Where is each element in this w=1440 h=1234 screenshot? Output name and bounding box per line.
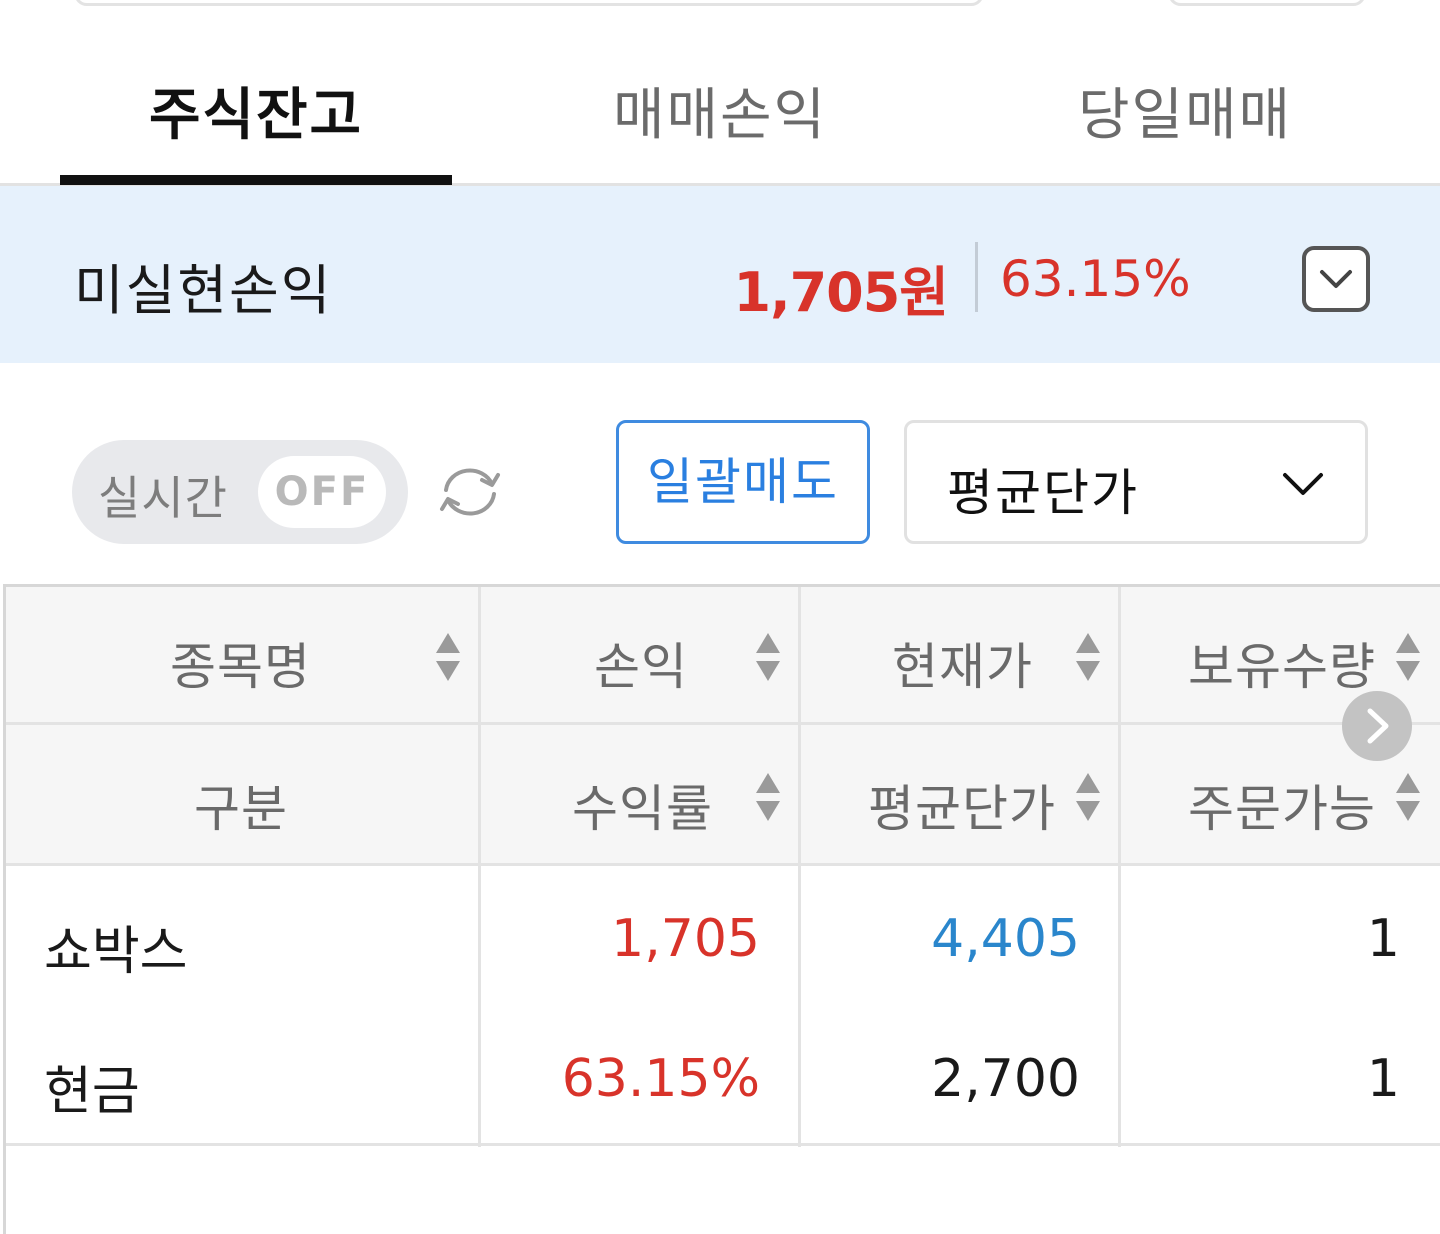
- header-pnl: 손익: [594, 638, 688, 696]
- tab-bar: 주식잔고 매매손익 당일매매: [0, 30, 1440, 186]
- summary-divider: [975, 242, 978, 312]
- realtime-label: 실시간: [98, 471, 228, 525]
- header-return-rate: 수익률: [572, 780, 713, 838]
- header-category: 구분: [194, 780, 288, 838]
- realtime-toggle[interactable]: 실시간 OFF: [72, 440, 408, 544]
- sort-icon[interactable]: [754, 771, 782, 823]
- sort-icon[interactable]: [1074, 771, 1102, 823]
- row1-holding-qty: 1: [1366, 909, 1400, 969]
- price-type-select[interactable]: 평균단가: [904, 420, 1368, 544]
- sort-icon[interactable]: [754, 631, 782, 683]
- sort-icon[interactable]: [1394, 771, 1422, 823]
- tab-stock-balance[interactable]: 주식잔고: [60, 70, 452, 151]
- sort-icon[interactable]: [1074, 631, 1102, 683]
- chevron-right-icon: [1367, 708, 1389, 744]
- row1-current-price: 4,405: [931, 909, 1080, 969]
- summary-rate: 63.15%: [1000, 250, 1191, 308]
- header-avg-price: 평균단가: [868, 780, 1056, 838]
- column-divider: [1118, 587, 1121, 1147]
- row-divider: [6, 863, 1440, 866]
- row1-pnl: 1,705: [611, 909, 760, 969]
- header-holding-qty: 보유수량: [1188, 638, 1376, 696]
- row2-category: 현금: [44, 1062, 140, 1122]
- header-current-price: 현재가: [892, 638, 1033, 696]
- chevron-down-icon: [1283, 473, 1323, 495]
- expand-summary-button[interactable]: [1302, 246, 1370, 312]
- row1-stock-name[interactable]: 쇼박스: [44, 909, 188, 984]
- row2-return-rate: 63.15%: [561, 1049, 760, 1109]
- top-button-remnant[interactable]: [1168, 0, 1366, 6]
- header-stock-name: 종목명: [170, 638, 311, 696]
- active-tab-indicator: [60, 175, 452, 185]
- bulk-sell-button[interactable]: 일괄매도: [616, 420, 870, 544]
- tab-today-trades[interactable]: 당일매매: [990, 70, 1380, 151]
- search-bar-remnant[interactable]: [74, 0, 984, 6]
- column-divider: [798, 587, 801, 1147]
- row2-avg-price: 2,700: [931, 1049, 1080, 1109]
- scroll-right-button[interactable]: [1342, 691, 1412, 761]
- row-divider: [6, 722, 1440, 725]
- realtime-state-pill: OFF: [258, 456, 386, 528]
- sort-icon[interactable]: [434, 631, 462, 683]
- price-type-select-value: 평균단가: [947, 464, 1139, 522]
- header-orderable-qty: 주문가능: [1188, 780, 1376, 838]
- tab-trading-pnl[interactable]: 매매손익: [520, 70, 920, 151]
- chevron-down-icon: [1320, 270, 1352, 288]
- refresh-icon[interactable]: [434, 460, 506, 524]
- holdings-table: 종목명 손익 현재가 보유수량 구분 수익률 평균단가 주문가능 쇼박스 1,7…: [3, 584, 1440, 1234]
- row2-orderable-qty: 1: [1366, 1049, 1400, 1109]
- summary-label: 미실현손익: [74, 259, 333, 322]
- sort-icon[interactable]: [1394, 631, 1422, 683]
- unrealized-pnl-summary: 미실현손익 1,705원 63.15%: [0, 186, 1440, 363]
- column-divider: [478, 587, 481, 1147]
- summary-amount: 1,705원: [733, 261, 949, 324]
- row-divider: [6, 1143, 1440, 1146]
